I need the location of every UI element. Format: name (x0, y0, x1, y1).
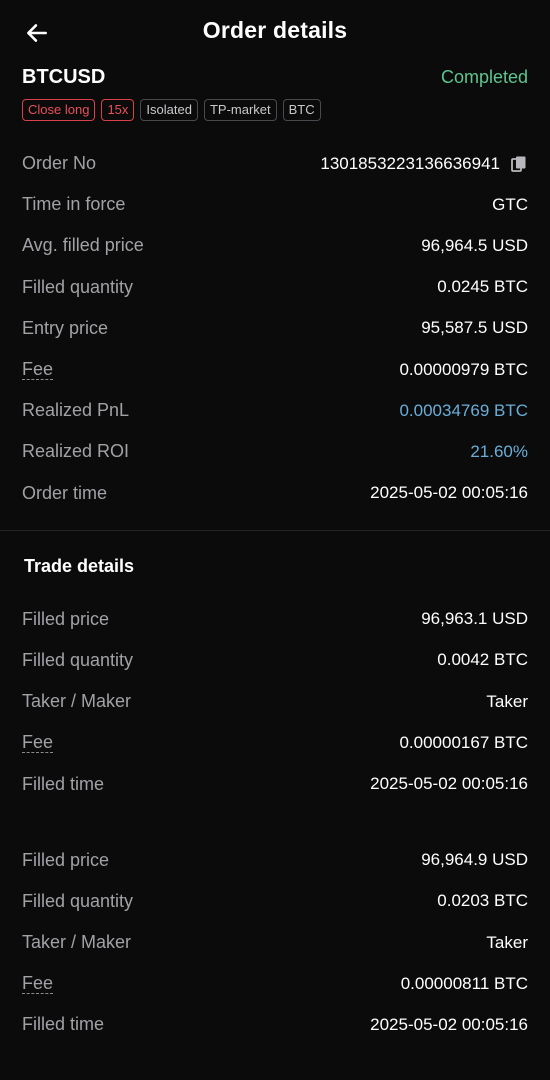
order-time-value: 2025-05-02 00:05:16 (370, 483, 528, 503)
order-info-list: Order No 1301853223136636941 Time in for… (0, 143, 550, 514)
trade-item: Filled price 96,963.1 USD Filled quantit… (0, 599, 550, 805)
trade-fee-row: Fee 0.00000167 BTC (22, 722, 528, 763)
time-in-force-label: Time in force (22, 194, 126, 215)
trade-filled-price-row: Filled price 96,964.9 USD (22, 840, 528, 881)
entry-price-label: Entry price (22, 317, 109, 338)
trade-role-row: Taker / Maker Taker (22, 681, 528, 722)
tag-margin-mode: Isolated (140, 99, 198, 121)
fee-value: 0.00000811 BTC (400, 973, 528, 993)
status-badge: Completed (440, 66, 528, 87)
fee-value: 0.00000167 BTC (399, 732, 528, 752)
fee-value: 0.00000979 BTC (399, 359, 528, 379)
page-title: Order details (202, 17, 348, 43)
filled-time-label: Filled time (22, 773, 105, 794)
header-bar: Order details (0, 0, 550, 64)
avg-price-value: 96,964.5 USD (421, 235, 528, 255)
avg-price-label: Avg. filled price (22, 235, 144, 256)
fee-row: Fee 0.00000979 BTC (22, 349, 528, 390)
filled-qty-value: 0.0245 BTC (437, 277, 528, 297)
taker-maker-value: Taker (486, 932, 528, 952)
realized-pnl-value: 0.00034769 BTC (399, 400, 528, 420)
symbol-row: BTCUSD Completed (22, 64, 528, 90)
filled-time-value: 2025-05-02 00:05:16 (370, 774, 528, 794)
trade-filled-price-row: Filled price 96,963.1 USD (22, 599, 528, 640)
realized-roi-row: Realized ROI 21.60% (22, 431, 528, 472)
fee-label[interactable]: Fee (22, 359, 54, 381)
order-summary: BTCUSD Completed Close long 15x Isolated… (0, 64, 550, 121)
filled-qty-label: Filled quantity (22, 276, 134, 297)
filled-price-label: Filled price (22, 608, 110, 629)
time-in-force-row: Time in force GTC (22, 184, 528, 225)
taker-maker-label: Taker / Maker (22, 932, 132, 953)
time-in-force-value: GTC (492, 194, 528, 214)
order-no-text: 1301853223136636941 (320, 153, 500, 173)
trade-item: Filled price 96,964.9 USD Filled quantit… (0, 840, 550, 1046)
trade-time-row: Filled time 2025-05-02 00:05:16 (22, 1004, 528, 1045)
trade-filled-qty-row: Filled quantity 0.0042 BTC (22, 640, 528, 681)
realized-pnl-row: Realized PnL 0.00034769 BTC (22, 390, 528, 431)
entry-price-value: 95,587.5 USD (421, 318, 528, 338)
symbol-name: BTCUSD (22, 65, 106, 88)
tag-currency: BTC (282, 99, 321, 121)
section-divider (0, 529, 550, 531)
filled-time-label: Filled time (22, 1014, 105, 1035)
filled-price-value: 96,963.1 USD (421, 609, 528, 629)
filled-qty-row: Filled quantity 0.0245 BTC (22, 267, 528, 308)
realized-roi-label: Realized ROI (22, 441, 130, 462)
order-no-label: Order No (22, 153, 97, 174)
entry-price-row: Entry price 95,587.5 USD (22, 308, 528, 349)
tag-close-long: Close long (22, 99, 96, 121)
order-time-row: Order time 2025-05-02 00:05:16 (22, 473, 528, 514)
order-time-label: Order time (22, 482, 108, 503)
order-no-value: 1301853223136636941 (320, 154, 528, 174)
trade-details-title: Trade details (24, 555, 135, 576)
filled-qty-label: Filled quantity (22, 890, 134, 911)
trade-filled-qty-row: Filled quantity 0.0203 BTC (22, 881, 528, 922)
filled-price-label: Filled price (22, 849, 110, 870)
copy-icon[interactable] (510, 155, 528, 173)
tag-leverage: 15x (101, 99, 135, 121)
avg-price-row: Avg. filled price 96,964.5 USD (22, 225, 528, 266)
trade-time-row: Filled time 2025-05-02 00:05:16 (22, 763, 528, 804)
filled-qty-label: Filled quantity (22, 649, 134, 670)
realized-pnl-label: Realized PnL (22, 400, 130, 421)
order-no-row: Order No 1301853223136636941 (22, 143, 528, 184)
realized-roi-value: 21.60% (470, 441, 528, 461)
tag-order-type: TP-market (203, 99, 277, 121)
tag-list: Close long 15x Isolated TP-market BTC (22, 99, 528, 121)
filled-price-value: 96,964.9 USD (421, 850, 528, 870)
trade-role-row: Taker / Maker Taker (22, 922, 528, 963)
filled-qty-value: 0.0042 BTC (437, 650, 528, 670)
taker-maker-value: Taker (486, 691, 528, 711)
fee-label[interactable]: Fee (22, 973, 54, 995)
trade-fee-row: Fee 0.00000811 BTC (22, 963, 528, 1004)
filled-time-value: 2025-05-02 00:05:16 (370, 1014, 528, 1034)
fee-label[interactable]: Fee (22, 732, 54, 754)
taker-maker-label: Taker / Maker (22, 691, 132, 712)
filled-qty-value: 0.0203 BTC (437, 891, 528, 911)
